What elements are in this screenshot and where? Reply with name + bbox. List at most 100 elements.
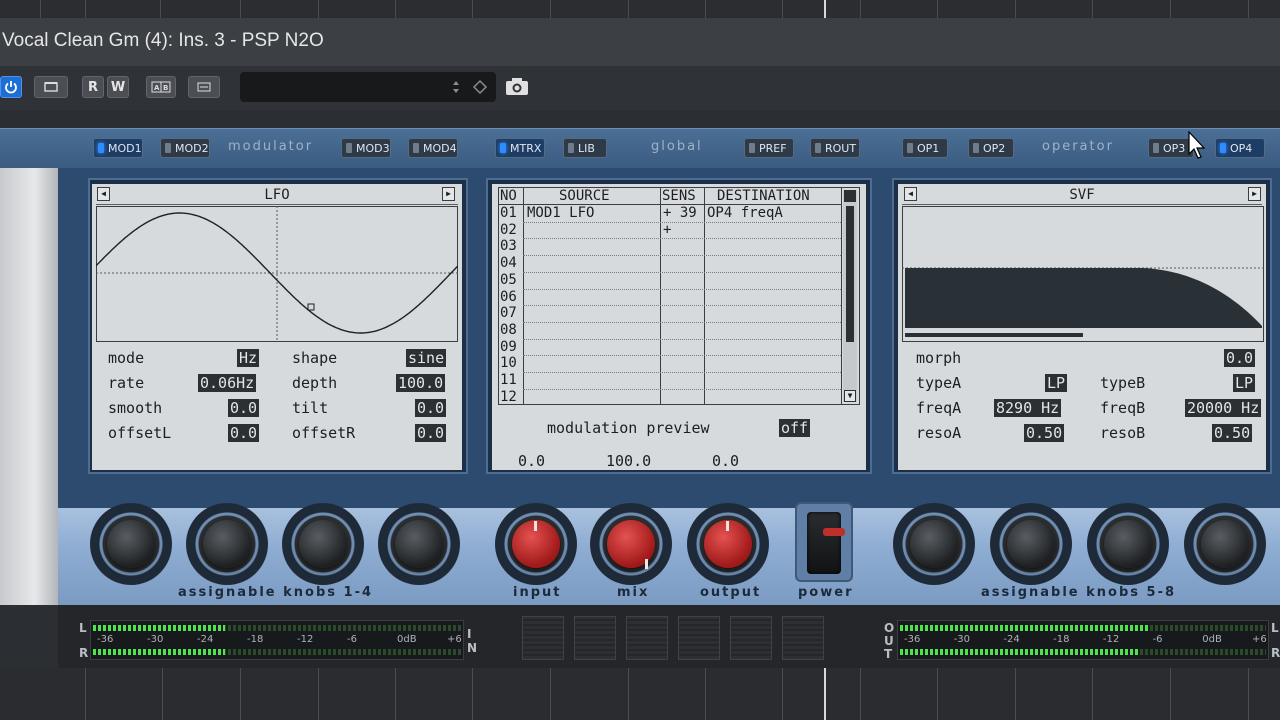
input-meter-side-n: N xyxy=(467,641,478,655)
lfo-next-button[interactable]: ▶ xyxy=(442,187,455,201)
tab-mod3[interactable]: MOD3 xyxy=(341,138,391,158)
lfo-offsetL-label: offsetL xyxy=(108,424,172,442)
lfo-offsetR-value[interactable]: 0.0 xyxy=(415,424,447,442)
matrix-row-source[interactable]: MOD1 LFO xyxy=(527,205,594,221)
output-meter-r-label: R xyxy=(1271,646,1280,660)
svf-resoB-label: resoB xyxy=(1100,424,1146,442)
assignable-knob-4[interactable] xyxy=(378,503,460,585)
svf-typeA-label: typeA xyxy=(916,374,962,392)
write-automation-button[interactable]: W xyxy=(107,76,129,98)
lfo-smooth-label: smooth xyxy=(108,399,163,417)
lfo-mode-label: mode xyxy=(108,349,145,367)
svf-morph-value[interactable]: 0.0 xyxy=(1224,349,1256,367)
assignable-knob-1[interactable] xyxy=(90,503,172,585)
matrix-row-number: 07 xyxy=(500,305,517,322)
n2o-logo xyxy=(522,616,840,664)
output-knob-label: output xyxy=(700,585,762,600)
lfo-waveform-display xyxy=(96,206,458,342)
matrix-row-sens[interactable]: + 39 xyxy=(663,205,697,221)
tab-op4[interactable]: OP4 xyxy=(1215,138,1265,158)
power-toggle-button[interactable] xyxy=(0,76,22,98)
lfo-rate-value[interactable]: 0.06Hz xyxy=(198,374,257,392)
snapshot-button[interactable] xyxy=(503,76,531,98)
ab-compare-icon: AB xyxy=(151,81,171,93)
tab-mod1[interactable]: MOD1 xyxy=(93,138,143,158)
svf-title: SVF xyxy=(902,186,1262,205)
lfo-tilt-value[interactable]: 0.0 xyxy=(415,399,447,417)
tab-op2[interactable]: OP2 xyxy=(968,138,1014,158)
plugin-menu-button[interactable] xyxy=(188,76,220,98)
assignable-knob-2[interactable] xyxy=(186,503,268,585)
svf-typeA-value[interactable]: LP xyxy=(1045,374,1068,392)
matrix-row-sens[interactable]: + xyxy=(663,222,671,238)
menu-icon xyxy=(197,82,211,92)
tab-op1[interactable]: OP1 xyxy=(902,138,948,158)
lfo-depth-value[interactable]: 100.0 xyxy=(396,374,446,392)
preset-selector[interactable] xyxy=(240,72,496,102)
input-knob[interactable] xyxy=(495,503,577,585)
meter-scale-tick: -24 xyxy=(197,634,214,645)
assignable-knob-6[interactable] xyxy=(990,503,1072,585)
assignable-knob-5[interactable] xyxy=(893,503,975,585)
matrix-header-source: SOURCE xyxy=(559,188,610,204)
mix-knob[interactable] xyxy=(590,503,672,585)
svf-frequency-response-display xyxy=(902,206,1264,342)
lfo-offsetR-label: offsetR xyxy=(292,424,356,442)
output-knob[interactable] xyxy=(687,503,769,585)
matrix-row-destination[interactable]: OP4 freqA xyxy=(707,205,783,221)
svf-freqA-value[interactable]: 8290 Hz xyxy=(994,399,1062,417)
read-automation-button[interactable]: R xyxy=(82,76,104,98)
power-switch[interactable] xyxy=(795,502,853,582)
daw-timeline-top xyxy=(0,0,1280,18)
svg-text:B: B xyxy=(163,84,168,92)
playhead[interactable] xyxy=(824,0,826,18)
operator-group-label: operator xyxy=(1042,139,1114,154)
output-meter-o-label: O xyxy=(884,621,895,635)
ab-compare-button[interactable]: AB xyxy=(146,76,176,98)
tab-mtrx[interactable]: MTRX xyxy=(495,138,545,158)
modulator-group-label: modulator xyxy=(228,139,314,154)
svf-freqB-value[interactable]: 20000 Hz xyxy=(1185,399,1262,417)
scroll-down-icon[interactable]: ▼ xyxy=(844,390,856,402)
svg-text:A: A xyxy=(154,84,160,92)
matrix-scrollbar[interactable]: ▼ xyxy=(843,190,857,402)
lfo-mode-value[interactable]: Hz xyxy=(237,349,260,367)
meter-scale-tick: -24 xyxy=(1003,634,1020,645)
svf-typeB-value[interactable]: LP xyxy=(1233,374,1256,392)
output-level-meter: -36 -30 -24 -18 -12 -6 0dB +6 xyxy=(897,620,1269,660)
lfo-lcd: LFO ◀ ▶ mode Hz shape sine rate 0.06Hz d… xyxy=(92,184,462,470)
tab-mod4[interactable]: MOD4 xyxy=(408,138,458,158)
lfo-smooth-value[interactable]: 0.0 xyxy=(228,399,260,417)
svf-resoB-value[interactable]: 0.50 xyxy=(1212,424,1253,442)
svf-prev-button[interactable]: ◀ xyxy=(904,187,917,201)
modulation-preview-label: modulation preview xyxy=(547,419,710,437)
lfo-prev-button[interactable]: ◀ xyxy=(97,187,110,201)
scrollbar-thumb[interactable] xyxy=(846,206,854,342)
assignable-knob-8[interactable] xyxy=(1184,503,1266,585)
input-knob-label: input xyxy=(513,585,562,600)
output-meter-t-label: T xyxy=(884,647,893,661)
meter-scale-tick: +6 xyxy=(1252,634,1267,645)
bypass-button[interactable] xyxy=(34,76,68,98)
preset-arrows-icon xyxy=(453,79,488,95)
svf-next-button[interactable]: ▶ xyxy=(1248,187,1261,201)
playhead-bottom[interactable] xyxy=(824,668,826,720)
assignable-knobs-5-8-label: assignable knobs 5-8 xyxy=(981,585,1177,600)
svf-typeB-label: typeB xyxy=(1100,374,1146,392)
lfo-shape-value[interactable]: sine xyxy=(406,349,447,367)
modulation-preview-toggle[interactable]: off xyxy=(779,419,811,437)
power-icon xyxy=(5,81,17,94)
assignable-knob-7[interactable] xyxy=(1087,503,1169,585)
tab-mod2[interactable]: MOD2 xyxy=(160,138,210,158)
lfo-offsetL-value[interactable]: 0.0 xyxy=(228,424,260,442)
meter-scale-tick: -12 xyxy=(297,634,314,645)
matrix-row-number: 12 xyxy=(500,388,517,405)
side-decoration xyxy=(0,168,58,605)
matrix-row-number: 05 xyxy=(500,271,517,288)
scroll-up-icon[interactable] xyxy=(844,190,856,202)
tab-rout[interactable]: ROUT xyxy=(810,138,860,158)
tab-lib[interactable]: LIB xyxy=(563,138,607,158)
assignable-knob-3[interactable] xyxy=(282,503,364,585)
tab-pref[interactable]: PREF xyxy=(744,138,794,158)
svf-resoA-value[interactable]: 0.50 xyxy=(1024,424,1065,442)
